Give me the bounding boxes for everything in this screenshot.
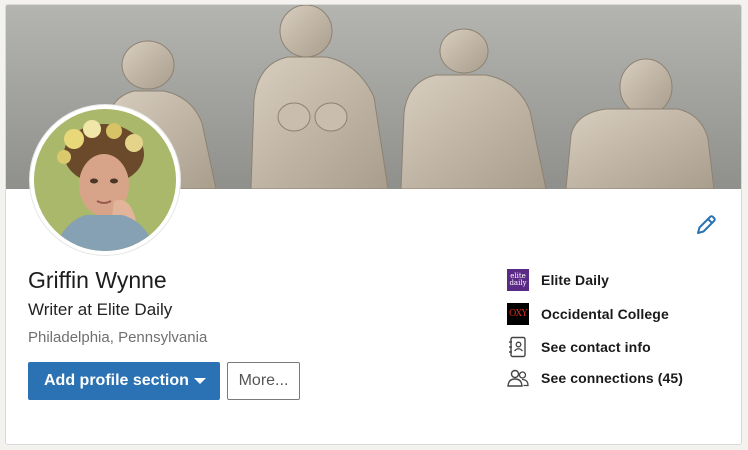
sidebar-item-label: Occidental College	[541, 306, 669, 322]
avatar[interactable]	[30, 105, 180, 255]
sidebar-item-label: See contact info	[541, 339, 651, 355]
sidebar-item-elite-daily[interactable]: elite daily Elite Daily	[507, 268, 609, 292]
sidebar-item-connections[interactable]: See connections (45)	[507, 366, 683, 390]
connections-icon	[507, 367, 529, 389]
sidebar-item-label: Elite Daily	[541, 272, 610, 288]
sidebar-item-label: See connections (45)	[541, 370, 684, 386]
contact-card-icon	[507, 336, 529, 358]
oxy-logo: OXY	[507, 303, 529, 325]
profile-location: Philadelphia, Pennsylvania	[28, 329, 208, 346]
profile-name: Griffin Wynne	[28, 267, 167, 293]
profile-headline: Writer at Elite Daily	[28, 300, 173, 319]
sidebar-item-contact-info[interactable]: See contact info	[507, 335, 651, 359]
add-profile-section-label: Add profile section	[44, 372, 189, 389]
elite-daily-logo: elite daily	[507, 269, 529, 291]
edit-pencil-icon[interactable]	[693, 212, 719, 238]
add-profile-section-button[interactable]: Add profile section	[28, 362, 220, 400]
profile-card: Griffin Wynne Writer at Elite Daily Phil…	[5, 4, 742, 445]
more-button[interactable]: More...	[227, 362, 300, 400]
sidebar-item-occidental-college[interactable]: OXY Occidental College	[507, 302, 669, 326]
caret-down-icon	[194, 378, 206, 384]
